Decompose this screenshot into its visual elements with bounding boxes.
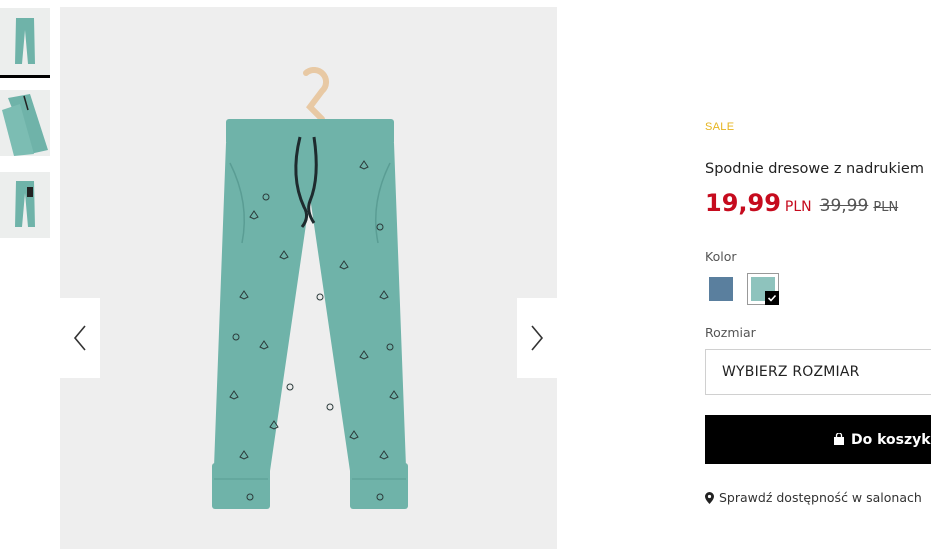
color-swatches	[705, 273, 779, 305]
thumbnail-front[interactable]	[0, 8, 50, 78]
thumbnail-detail[interactable]	[0, 90, 50, 156]
pants-detail-thumbnail-icon	[2, 94, 48, 156]
map-pin-icon	[705, 491, 714, 504]
store-availability-label: Sprawdź dostępność w salonach	[719, 490, 922, 505]
price-current: 19,99	[705, 189, 781, 217]
pants-back-thumbnail-icon	[15, 181, 35, 227]
product-info-panel: SALE Spodnie dresowe z nadrukiem 19,99 PL…	[705, 0, 931, 549]
color-label: Kolor	[705, 249, 737, 264]
sale-badge: SALE	[705, 121, 735, 133]
chevron-right-icon	[531, 325, 544, 351]
thumbnail-gallery	[0, 8, 50, 254]
swatch-fill	[709, 277, 733, 301]
checkmark-icon	[765, 291, 779, 305]
main-product-image	[60, 7, 557, 549]
color-swatch-blue[interactable]	[705, 273, 737, 305]
price-row: 19,99 PLN 39,99 PLN	[705, 189, 898, 217]
size-label: Rozmiar	[705, 325, 756, 340]
add-to-cart-label: Do koszyka	[851, 431, 931, 448]
price-current-currency: PLN	[784, 199, 812, 215]
shopping-bag-icon	[834, 433, 844, 445]
product-title: Spodnie dresowe z nadrukiem	[705, 161, 924, 177]
next-image-button[interactable]	[517, 298, 557, 378]
add-to-cart-button[interactable]: Do koszyka	[705, 415, 931, 464]
store-availability-link[interactable]: Sprawdź dostępność w salonach	[705, 490, 922, 505]
jogger-pants-image	[212, 67, 408, 509]
price-original-currency: PLN	[873, 200, 899, 215]
pants-thumbnail-icon	[15, 17, 35, 64]
price-original: 39,99	[819, 196, 869, 216]
chevron-left-icon	[73, 325, 86, 351]
size-select[interactable]: WYBIERZ ROZMIAR	[705, 349, 931, 395]
color-swatch-mint[interactable]	[747, 273, 779, 305]
thumbnail-back[interactable]	[0, 172, 50, 238]
previous-image-button[interactable]	[60, 298, 100, 378]
